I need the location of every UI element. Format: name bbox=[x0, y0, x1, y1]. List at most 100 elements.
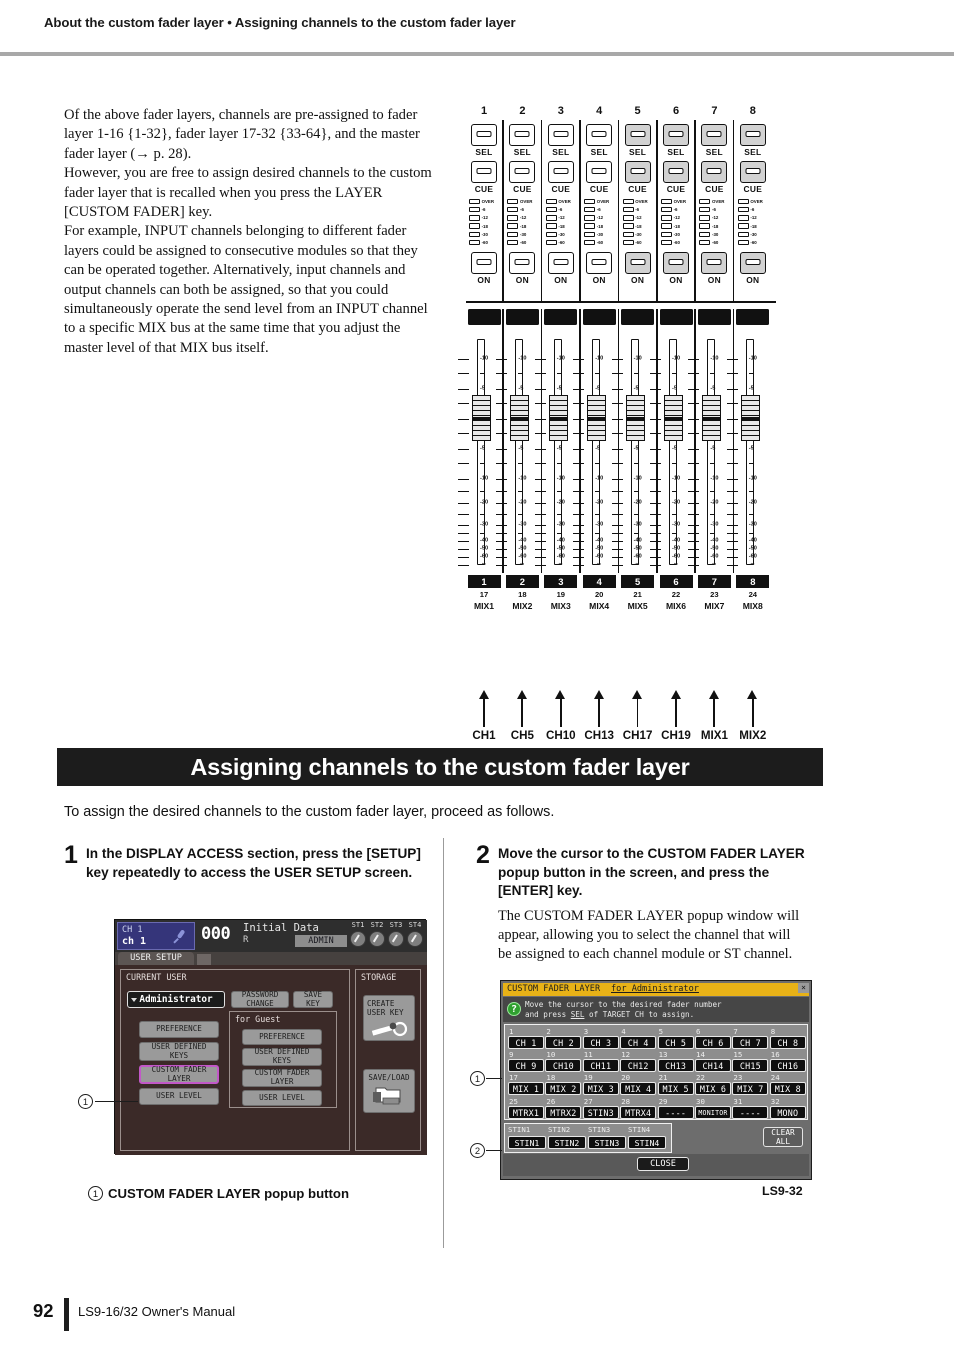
fader-slot-4[interactable]: 4 CH 4 bbox=[620, 1027, 657, 1049]
fader-slot-2[interactable]: 2 CH 2 bbox=[545, 1027, 582, 1049]
fader-knob[interactable] bbox=[510, 395, 530, 442]
on-button[interactable] bbox=[509, 251, 536, 274]
on-button[interactable] bbox=[701, 251, 728, 274]
fader-slot-15[interactable]: 15 CH15 bbox=[732, 1050, 769, 1073]
assigned-channel-button[interactable]: ---- bbox=[732, 1105, 769, 1119]
sel-button[interactable] bbox=[509, 124, 536, 146]
encoder-block[interactable] bbox=[505, 309, 539, 325]
assigned-channel-button[interactable]: MTRX2 bbox=[545, 1105, 582, 1119]
fader-slot-23[interactable]: 23 MIX 7 bbox=[732, 1073, 769, 1096]
save-key-button[interactable]: SAVE KEY bbox=[293, 990, 333, 1008]
fader-slot-5[interactable]: 5 CH 5 bbox=[657, 1027, 694, 1049]
assigned-channel-button[interactable]: MIX 3 bbox=[582, 1082, 619, 1096]
assigned-channel-button[interactable]: CH 1 bbox=[508, 1036, 544, 1049]
fader-knob[interactable] bbox=[548, 395, 568, 442]
cue-button[interactable] bbox=[471, 161, 497, 183]
fader-slot-21[interactable]: 21 MIX 5 bbox=[657, 1073, 694, 1096]
assigned-channel-button[interactable]: CH 6 bbox=[695, 1036, 731, 1049]
assigned-channel-button[interactable]: CH 4 bbox=[620, 1036, 657, 1049]
assigned-channel-button[interactable]: MONITOR bbox=[695, 1105, 731, 1119]
assigned-channel-button[interactable]: MIX 4 bbox=[620, 1082, 657, 1096]
assigned-channel-button[interactable]: MIX 1 bbox=[508, 1082, 544, 1096]
st-in-assign-button[interactable]: STIN1 bbox=[508, 1136, 546, 1149]
fader-slot-19[interactable]: 19 MIX 3 bbox=[582, 1073, 619, 1096]
fader-slot-9[interactable]: 9 CH 9 bbox=[508, 1050, 544, 1073]
user-level-button[interactable]: USER LEVEL bbox=[139, 1088, 219, 1105]
st-in-assign-button[interactable]: STIN3 bbox=[588, 1136, 626, 1149]
password-change-button[interactable]: PASSWORD CHANGE bbox=[231, 990, 289, 1008]
assigned-channel-button[interactable]: MIX 7 bbox=[732, 1082, 769, 1096]
encoder-block[interactable] bbox=[697, 309, 731, 325]
assigned-channel-button[interactable]: MTRX4 bbox=[620, 1105, 657, 1119]
fader-knob[interactable] bbox=[587, 395, 607, 442]
assigned-channel-button[interactable]: CH15 bbox=[732, 1059, 769, 1073]
assigned-channel-button[interactable]: MIX 2 bbox=[545, 1082, 582, 1096]
fader-slot-13[interactable]: 13 CH13 bbox=[657, 1050, 694, 1073]
save-load-button[interactable]: SAVE/LOAD bbox=[363, 1069, 415, 1113]
assigned-channel-button[interactable]: ---- bbox=[657, 1105, 694, 1119]
fader-knob[interactable] bbox=[740, 395, 760, 442]
assigned-channel-button[interactable]: STIN3 bbox=[582, 1105, 619, 1119]
assigned-channel-button[interactable]: CH13 bbox=[657, 1059, 694, 1073]
guest-preference-button[interactable]: PREFERENCE bbox=[242, 1029, 322, 1045]
assigned-channel-button[interactable]: CH 2 bbox=[545, 1036, 582, 1049]
on-button[interactable] bbox=[739, 251, 766, 274]
cue-button[interactable] bbox=[509, 161, 536, 183]
st-knob-st1[interactable] bbox=[350, 931, 366, 947]
fader-slot-24[interactable]: 24 MIX 8 bbox=[769, 1073, 806, 1096]
assigned-channel-button[interactable]: CH11 bbox=[582, 1059, 619, 1073]
assigned-channel-button[interactable]: CH 5 bbox=[657, 1036, 694, 1049]
fader-slot-7[interactable]: 7 CH 7 bbox=[732, 1027, 769, 1049]
assigned-channel-button[interactable]: CH 9 bbox=[508, 1059, 544, 1073]
guest-custom-fader-layer-button[interactable]: CUSTOM FADER LAYER bbox=[242, 1069, 322, 1087]
fader-slot-22[interactable]: 22 MIX 6 bbox=[695, 1073, 731, 1096]
fader-knob[interactable] bbox=[472, 395, 491, 442]
on-button[interactable] bbox=[547, 251, 574, 274]
assigned-channel-button[interactable]: CH10 bbox=[545, 1059, 582, 1073]
st-knob-st2[interactable] bbox=[369, 931, 385, 947]
cue-button[interactable] bbox=[701, 161, 728, 183]
sel-button[interactable] bbox=[739, 124, 766, 146]
fader-slot-28[interactable]: 28 MTRX4 bbox=[620, 1097, 657, 1119]
close-icon[interactable]: × bbox=[798, 982, 809, 993]
assigned-channel-button[interactable]: MIX 6 bbox=[695, 1082, 731, 1096]
encoder-block[interactable] bbox=[544, 309, 578, 325]
assigned-channel-button[interactable]: CH 7 bbox=[732, 1036, 769, 1049]
st-knob-st3[interactable] bbox=[388, 931, 404, 947]
assigned-channel-button[interactable]: MONO bbox=[769, 1105, 806, 1119]
fader-slot-14[interactable]: 14 CH14 bbox=[695, 1050, 731, 1073]
fader-slot-10[interactable]: 10 CH10 bbox=[545, 1050, 582, 1073]
on-button[interactable] bbox=[471, 251, 497, 274]
fader-slot-3[interactable]: 3 CH 3 bbox=[582, 1027, 619, 1049]
sel-button[interactable] bbox=[547, 124, 574, 146]
cue-button[interactable] bbox=[547, 161, 574, 183]
cue-button[interactable] bbox=[586, 161, 613, 183]
fader-slot-25[interactable]: 25 MTRX1 bbox=[508, 1097, 544, 1119]
guest-user-defined-keys-button[interactable]: USER DEFINED KEYS bbox=[242, 1048, 322, 1066]
fader-slot-27[interactable]: 27 STIN3 bbox=[582, 1097, 619, 1119]
preference-button[interactable]: PREFERENCE bbox=[139, 1021, 219, 1038]
sel-button[interactable] bbox=[701, 124, 728, 146]
fader-slot-29[interactable]: 29 ---- bbox=[657, 1097, 694, 1119]
assigned-channel-button[interactable]: CH16 bbox=[769, 1059, 806, 1073]
sel-button[interactable] bbox=[663, 124, 689, 146]
sel-button[interactable] bbox=[624, 124, 651, 146]
assigned-channel-button[interactable]: MIX 5 bbox=[657, 1082, 694, 1096]
clear-all-button[interactable]: CLEAR ALL bbox=[763, 1127, 803, 1147]
encoder-block[interactable] bbox=[467, 309, 501, 325]
assigned-channel-button[interactable]: CH12 bbox=[620, 1059, 657, 1073]
sel-button[interactable] bbox=[586, 124, 613, 146]
create-user-key-button[interactable]: CREATE USER KEY bbox=[363, 995, 415, 1041]
fader-slot-32[interactable]: 32 MONO bbox=[769, 1097, 806, 1119]
sel-button[interactable] bbox=[471, 124, 497, 146]
on-button[interactable] bbox=[624, 251, 651, 274]
cue-button[interactable] bbox=[663, 161, 689, 183]
fader-knob[interactable] bbox=[664, 395, 683, 442]
assigned-channel-button[interactable]: CH14 bbox=[695, 1059, 731, 1073]
assigned-channel-button[interactable]: CH 8 bbox=[769, 1036, 806, 1049]
assigned-channel-button[interactable]: MIX 8 bbox=[769, 1082, 806, 1096]
fader-slot-6[interactable]: 6 CH 6 bbox=[695, 1027, 731, 1049]
encoder-block[interactable] bbox=[659, 309, 693, 325]
fader-slot-16[interactable]: 16 CH16 bbox=[769, 1050, 806, 1073]
fader-slot-26[interactable]: 26 MTRX2 bbox=[545, 1097, 582, 1119]
